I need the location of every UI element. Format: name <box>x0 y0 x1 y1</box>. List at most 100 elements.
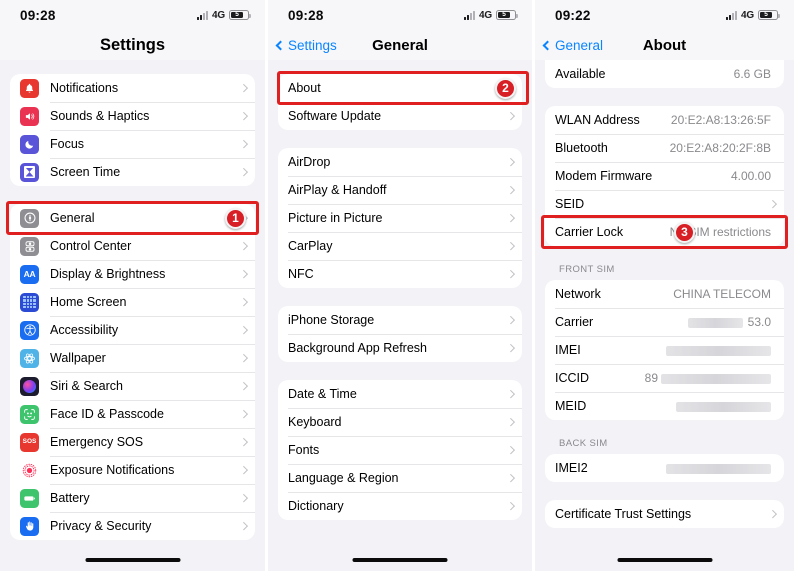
list-item[interactable]: Privacy & Security <box>10 512 255 540</box>
chevron-right-icon <box>506 214 515 222</box>
list-item-label: Home Screen <box>50 295 127 309</box>
list-item[interactable]: AirPlay & Handoff <box>278 176 522 204</box>
chevron-right-icon <box>768 200 777 208</box>
list-item-label: Battery <box>50 491 90 505</box>
list-item-value: 6.6 GB <box>733 67 771 81</box>
back-button-label: General <box>555 37 604 53</box>
list-item-label: CarPlay <box>288 239 333 253</box>
three-phone-screenshots: 09:28 4G 5 Settings Notifications Sounds … <box>0 0 800 571</box>
status-time: 09:22 <box>555 7 591 23</box>
list-item-label: Display & Brightness <box>50 267 166 281</box>
list-item[interactable]: Battery <box>10 484 255 512</box>
sliders-icon <box>20 236 39 256</box>
list-item[interactable]: Sounds & Haptics <box>10 102 255 130</box>
list-item[interactable]: Available 6.6 GB <box>545 60 784 88</box>
list-item-label: Picture in Picture <box>288 211 383 225</box>
list-item-label: AirDrop <box>288 155 331 169</box>
about-list: Available 6.6 GB WLAN Address 20:E2:A8:13:2… <box>535 60 794 528</box>
list-item-label: Fonts <box>288 443 320 457</box>
list-item[interactable]: Network CHINA TELECOM <box>545 280 784 308</box>
status-indicators: 4G 5 <box>464 10 518 21</box>
list-item-value: CHINA TELECOM <box>673 287 771 301</box>
settings-group: Date & Time Keyboard Fonts Language & Regio… <box>278 380 522 520</box>
list-item-label: AirPlay & Handoff <box>288 183 387 197</box>
settings-list: Notifications Sounds & Haptics Focus Screen… <box>0 60 265 540</box>
list-item-label: WLAN Address <box>555 113 640 127</box>
chevron-right-icon <box>506 270 515 278</box>
faceid-icon <box>20 404 39 424</box>
list-item[interactable]: Modem Firmware 4.00.00 <box>545 162 784 190</box>
list-item[interactable]: IMEI2 <box>545 454 784 482</box>
list-item[interactable]: Wallpaper <box>10 344 255 372</box>
list-item[interactable]: Siri & Search <box>10 372 255 400</box>
group-header: FRONT SIM <box>559 264 615 275</box>
list-item[interactable]: IMEI <box>545 336 784 364</box>
list-item[interactable]: Focus <box>10 130 255 158</box>
list-item[interactable]: Dictionary <box>278 492 522 520</box>
list-item[interactable]: Picture in Picture <box>278 204 522 232</box>
chevron-left-icon <box>542 40 553 50</box>
battery-level-label: 5 <box>235 10 239 18</box>
list-item[interactable]: Certificate Trust Settings <box>545 500 784 528</box>
list-item[interactable]: Exposure Notifications <box>10 456 255 484</box>
list-item-label: Dictionary <box>288 499 344 513</box>
status-indicators: 4G 5 <box>726 10 780 21</box>
list-item[interactable]: AA Display & Brightness <box>10 260 255 288</box>
home-indicator <box>85 558 180 562</box>
list-item-label: Date & Time <box>288 387 357 401</box>
status-bar: 09:28 4G 5 <box>268 0 532 30</box>
list-item[interactable]: Notifications <box>10 74 255 102</box>
chevron-right-icon <box>239 242 248 250</box>
list-item[interactable]: WLAN Address 20:E2:A8:13:26:5F <box>545 106 784 134</box>
step-badge: 2 <box>495 77 516 99</box>
battery-level-label: 5 <box>502 10 506 18</box>
list-item-label: Wallpaper <box>50 351 106 365</box>
list-item-label: General <box>50 211 95 225</box>
hourglass-icon <box>20 162 39 182</box>
list-item[interactable]: NFC <box>278 260 522 288</box>
chevron-right-icon <box>506 316 515 324</box>
list-item[interactable]: Date & Time <box>278 380 522 408</box>
list-item[interactable]: ICCID 89 <box>545 364 784 392</box>
settings-group: Notifications Sounds & Haptics Focus Screen… <box>10 74 255 186</box>
chevron-right-icon <box>239 112 248 120</box>
list-item[interactable]: CarPlay <box>278 232 522 260</box>
back-button-general[interactable]: General <box>535 38 603 53</box>
list-item[interactable]: Control Center <box>10 232 255 260</box>
grid-icon <box>20 292 39 312</box>
list-item[interactable]: Face ID & Passcode <box>10 400 255 428</box>
list-item[interactable]: Software Update <box>278 102 522 130</box>
wallpaper-icon <box>20 348 39 368</box>
list-item[interactable]: Keyboard <box>278 408 522 436</box>
step-badge: 1 <box>225 207 246 229</box>
settings-group: IMEI2 <box>545 454 784 482</box>
list-item[interactable]: Screen Time <box>10 158 255 186</box>
list-item[interactable]: SOS Emergency SOS <box>10 428 255 456</box>
list-item[interactable]: Bluetooth 20:E2:A8:20:2F:8B <box>545 134 784 162</box>
list-item[interactable]: iPhone Storage <box>278 306 522 334</box>
list-item[interactable]: Accessibility <box>10 316 255 344</box>
redacted-bar <box>661 373 771 384</box>
settings-group: WLAN Address 20:E2:A8:13:26:5F Bluetooth 20… <box>545 106 784 246</box>
back-button-settings[interactable]: Settings <box>268 38 337 53</box>
list-item-label: Siri & Search <box>50 379 123 393</box>
list-item[interactable]: Language & Region <box>278 464 522 492</box>
list-item[interactable]: AirDrop <box>278 148 522 176</box>
list-item[interactable]: Carrier Lock No SIM restrictions <box>545 218 784 246</box>
settings-group: Network CHINA TELECOM Carrier 53.0 IMEI ICCID… <box>545 280 784 420</box>
status-indicators: 4G 5 <box>197 10 251 21</box>
aa-icon: AA <box>20 264 39 284</box>
list-item[interactable]: SEID <box>545 190 784 218</box>
chevron-right-icon <box>239 438 248 446</box>
page-title: Settings <box>99 35 166 54</box>
list-item[interactable]: Fonts <box>278 436 522 464</box>
exposure-icon <box>20 460 39 480</box>
list-item[interactable]: Carrier 53.0 <box>545 308 784 336</box>
list-item-label: Sounds & Haptics <box>50 109 150 123</box>
list-item[interactable]: Background App Refresh <box>278 334 522 362</box>
list-item[interactable]: About <box>278 74 522 102</box>
list-item[interactable]: Home Screen <box>10 288 255 316</box>
list-item-label: Language & Region <box>288 471 399 485</box>
list-item[interactable]: General <box>10 204 255 232</box>
list-item[interactable]: MEID <box>545 392 784 420</box>
